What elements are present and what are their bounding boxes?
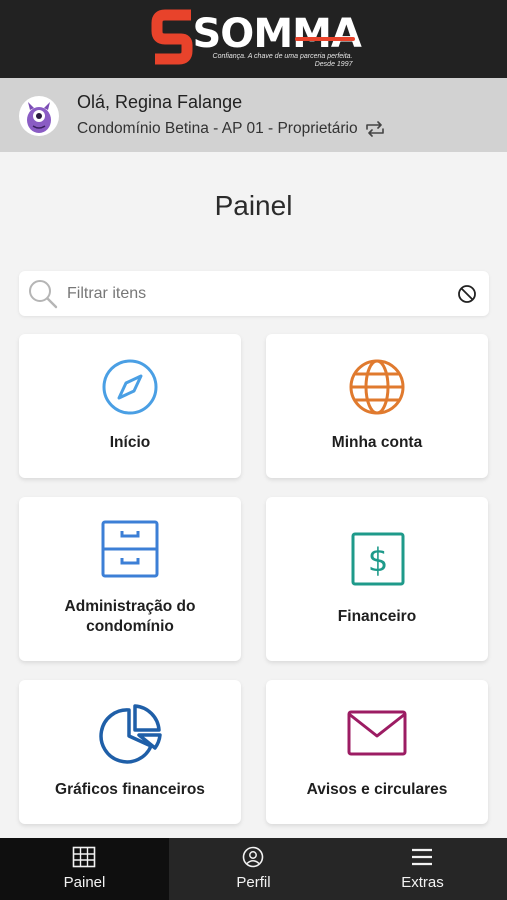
tile-minha-conta[interactable]: Minha conta (266, 334, 488, 478)
nav-perfil[interactable]: Perfil (169, 838, 338, 900)
condo-label: Condomínio Betina - AP 01 - Proprietário (77, 120, 358, 137)
clear-filter-icon[interactable] (456, 283, 478, 305)
logo-accent-bar (294, 37, 355, 41)
tile-financeiro[interactable]: $ Financeiro (266, 497, 488, 661)
search-icon (29, 280, 58, 309)
logo-s-mark (151, 9, 192, 65)
user-circle-icon (242, 846, 264, 868)
tile-avisos[interactable]: Avisos e circulares (266, 680, 488, 824)
somma-logo: SOMMA Confiança. A chave de uma parceria… (149, 7, 362, 71)
nav-painel-label: Painel (63, 874, 106, 891)
logo-tagline-line2: Desde 1997 (314, 61, 353, 68)
globe-icon (349, 359, 405, 415)
tile-administracao-label-line2: condomínio (86, 618, 174, 635)
tile-graficos[interactable]: Gráficos financeiros (19, 680, 241, 824)
grid-icon (72, 846, 96, 868)
page-title: Painel (214, 190, 293, 221)
logo-tagline-line1: Confiança. A chave de uma parceria perfe… (212, 53, 353, 60)
search-bar (19, 271, 489, 316)
tile-financeiro-label: Financeiro (337, 608, 417, 625)
tile-administracao-label-line1: Administração do (64, 598, 196, 615)
top-bar: SOMMA Confiança. A chave de uma parceria… (0, 0, 507, 78)
tile-administracao-label: Administração do condomínio (19, 597, 241, 637)
tile-graficos-label: Gráficos financeiros (55, 781, 205, 798)
user-bar: Olá, Regina Falange Condomínio Betina - … (0, 78, 507, 152)
tile-inicio-label: Início (109, 434, 151, 451)
logo-tagline: Confiança. A chave de uma parceria perfe… (201, 53, 353, 69)
logo-wordmark: SOMMA (192, 11, 362, 57)
nav-painel[interactable]: Painel (0, 838, 169, 900)
svg-text:$: $ (368, 541, 388, 579)
search-input[interactable] (67, 271, 447, 316)
nav-extras[interactable]: Extras (338, 838, 507, 900)
tile-avisos-label: Avisos e circulares (306, 781, 448, 798)
compass-icon (102, 359, 158, 415)
bottom-nav: Painel Perfil Extras (0, 838, 507, 900)
menu-icon (412, 848, 432, 866)
tile-administracao[interactable]: Administração do condomínio (19, 497, 241, 661)
file-cabinet-icon (101, 520, 159, 578)
nav-extras-label: Extras (401, 874, 444, 891)
dollar-icon: $ (351, 532, 405, 586)
nav-perfil-label: Perfil (236, 874, 271, 891)
avatar[interactable] (19, 96, 59, 136)
condo-selector[interactable]: Condomínio Betina - AP 01 - Proprietário (77, 120, 386, 138)
tile-minha-conta-label: Minha conta (331, 434, 423, 451)
envelope-icon (347, 710, 407, 756)
user-greeting: Olá, Regina Falange (77, 92, 243, 112)
pie-chart-icon (99, 704, 162, 764)
monster-avatar-icon (27, 102, 51, 133)
tile-inicio[interactable]: Início (19, 334, 241, 478)
swap-icon[interactable] (364, 120, 386, 138)
